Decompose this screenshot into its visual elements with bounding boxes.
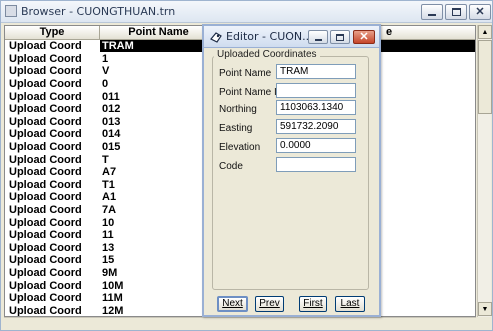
code-label: Code [219, 161, 243, 172]
maximize-icon [336, 33, 344, 41]
next-button[interactable]: Next [217, 296, 248, 312]
editor-close-button[interactable]: ✕ [353, 30, 375, 44]
group-label: Uploaded Coordinates [214, 49, 320, 60]
scroll-down-icon: ▼ [481, 305, 489, 313]
code-field[interactable] [276, 157, 356, 172]
prev-button[interactable]: Prev [255, 296, 284, 312]
cell-type: Upload Coord [9, 254, 82, 267]
cell-type: Upload Coord [9, 178, 82, 191]
cell-type: Upload Coord [9, 90, 82, 103]
close-icon: ✕ [475, 5, 485, 18]
last-button[interactable]: Last [335, 296, 365, 312]
cell-type: Upload Coord [9, 153, 82, 166]
cell-type: Upload Coord [9, 52, 82, 65]
browser-title: Browser - CUONGTHUAN.trn [21, 5, 176, 18]
editor-minimize-button[interactable] [308, 30, 328, 44]
cell-type: Upload Coord [9, 78, 82, 91]
easting-field[interactable] [276, 119, 356, 134]
scroll-up-icon: ▲ [481, 28, 489, 36]
vertical-scroll-thumb[interactable] [478, 40, 492, 114]
cell-type: Upload Coord [9, 166, 82, 179]
editor-window: Editor - CUON... ✕ Uploaded Coordinates … [202, 24, 381, 317]
cell-type: Upload Coord [9, 65, 82, 78]
cell-type: Upload Coord [9, 292, 82, 305]
maximize-icon [451, 8, 461, 16]
first-button[interactable]: First [299, 296, 327, 312]
cell-type: Upload Coord [9, 191, 82, 204]
point-name-id-field[interactable] [276, 83, 356, 98]
scroll-down-button[interactable]: ▼ [478, 302, 492, 316]
northing-field[interactable] [276, 100, 356, 115]
column-header-type[interactable]: Type [5, 26, 100, 40]
point-name-id-label: Point Name ID [219, 87, 285, 98]
editor-titlebar[interactable]: Editor - CUON... ✕ [204, 26, 379, 48]
browser-minimize-button[interactable] [421, 4, 443, 20]
point-name-field[interactable] [276, 64, 356, 79]
easting-label: Easting [219, 123, 253, 134]
elevation-label: Elevation [219, 142, 261, 153]
cell-type: Upload Coord [9, 216, 82, 229]
editor-title: Editor - CUON... [226, 30, 313, 43]
minimize-icon [428, 14, 436, 16]
column-header-point-name[interactable]: Point Name [100, 26, 218, 40]
northing-label: Northing [219, 104, 257, 115]
cell-type: Upload Coord [9, 279, 82, 292]
browser-app-icon [5, 5, 17, 17]
cell-type: Upload Coord [9, 141, 82, 154]
scroll-up-button[interactable]: ▲ [478, 25, 492, 39]
cell-type: Upload Coord [9, 266, 82, 279]
minimize-icon [314, 38, 322, 41]
cell-type: Upload Coord [9, 40, 82, 53]
editor-maximize-button[interactable] [330, 30, 350, 44]
browser-titlebar[interactable]: Browser - CUONGTHUAN.trn ✕ [1, 1, 492, 23]
vertical-scrollbar[interactable]: ▲ ▼ [477, 25, 492, 317]
cell-type: Upload Coord [9, 229, 82, 242]
cell-type: Upload Coord [9, 204, 82, 217]
editor-app-icon [210, 32, 222, 43]
elevation-field[interactable] [276, 138, 356, 153]
cell-type: Upload Coord [9, 241, 82, 254]
browser-maximize-button[interactable] [445, 4, 467, 20]
cell-type: Upload Coord [9, 103, 82, 116]
cell-type: Upload Coord [9, 115, 82, 128]
cell-type: Upload Coord [9, 304, 82, 317]
point-name-label: Point Name [219, 68, 272, 79]
cell-type: Upload Coord [9, 128, 82, 141]
browser-close-button[interactable]: ✕ [469, 4, 491, 20]
horizontal-scrollbar[interactable] [4, 317, 476, 330]
close-icon: ✕ [359, 30, 369, 43]
